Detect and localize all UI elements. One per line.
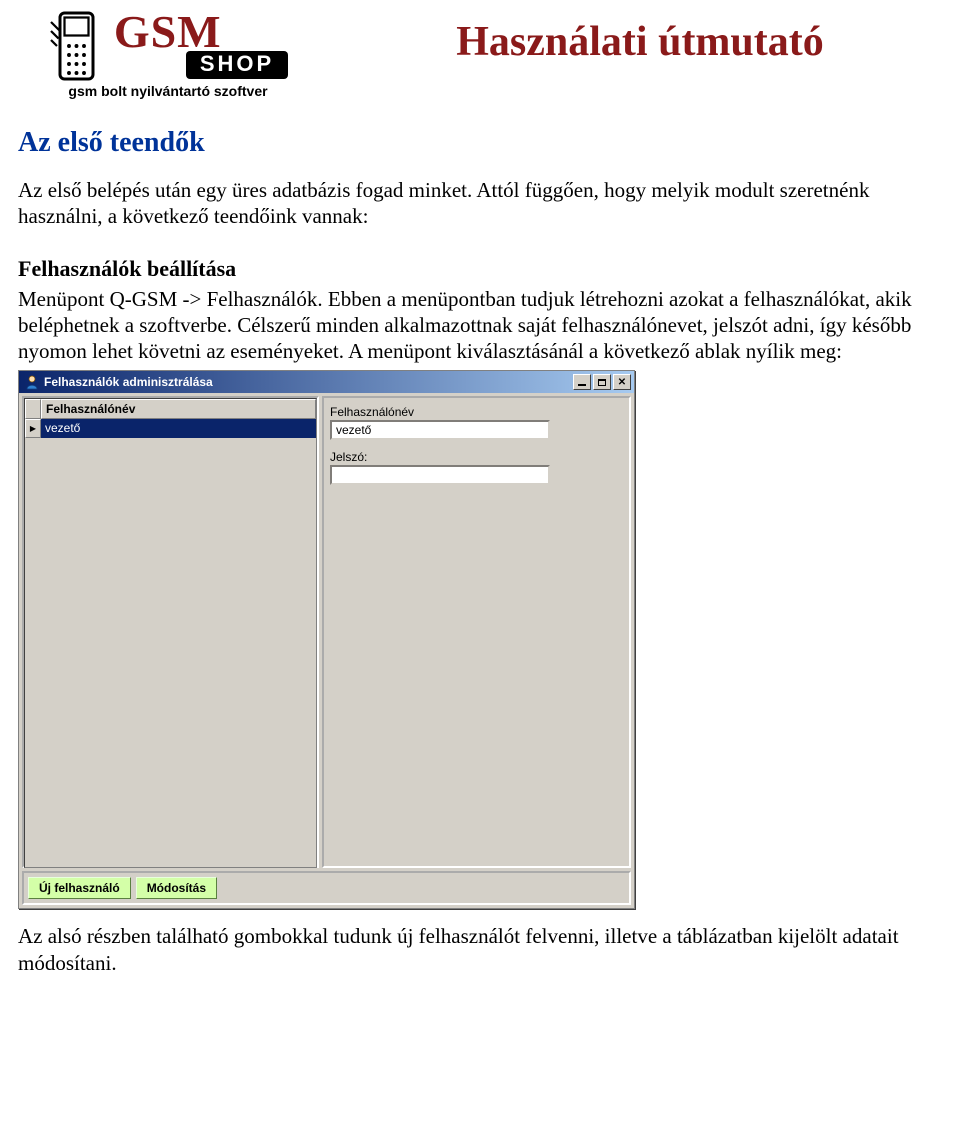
password-input[interactable] [330, 465, 550, 485]
logo-brand-top: GSM [114, 11, 288, 52]
section-title: Az első teendők [18, 127, 942, 159]
page-header: GSM SHOP gsm bolt nyilvántartó szoftver … [18, 10, 942, 99]
window-controls: ✕ [573, 374, 631, 390]
password-label: Jelszó: [330, 450, 623, 464]
maximize-button[interactable] [593, 374, 611, 390]
row-marker-icon [25, 419, 41, 438]
phone-icon [48, 10, 108, 80]
subsection-title: Felhasználók beállítása [18, 256, 942, 282]
dialog-titlebar: Felhasználók adminisztrálása ✕ [19, 371, 634, 393]
user-admin-dialog: Felhasználók adminisztrálása ✕ Felhaszná… [18, 370, 635, 909]
logo: GSM SHOP gsm bolt nyilvántartó szoftver [18, 10, 318, 99]
dialog-title: Felhasználók adminisztrálása [44, 375, 573, 389]
table-row[interactable]: vezető [25, 419, 316, 438]
footer-paragraph: Az alsó részben található gombokkal tudu… [18, 923, 942, 976]
logo-tagline: gsm bolt nyilvántartó szoftver [18, 83, 318, 99]
close-button[interactable]: ✕ [613, 374, 631, 390]
grid-cell-username: vezető [41, 419, 316, 438]
grid-column-header[interactable]: Felhasználónév [41, 399, 316, 419]
grid-marker-header [25, 399, 41, 419]
page-title: Használati útmutató [338, 10, 942, 66]
user-grid-pane: Felhasználónév vezető [22, 396, 319, 868]
username-label: Felhasználónév [330, 405, 623, 419]
new-user-button[interactable]: Új felhasználó [28, 877, 131, 899]
intro-paragraph: Az első belépés után egy üres adatbázis … [18, 177, 942, 230]
minimize-button[interactable] [573, 374, 591, 390]
logo-brand-box: SHOP [186, 51, 288, 79]
username-input[interactable] [330, 420, 550, 440]
body-paragraph: Menüpont Q-GSM -> Felhasználók. Ebben a … [18, 286, 942, 365]
modify-button[interactable]: Módosítás [136, 877, 217, 899]
dialog-footer: Új felhasználó Módosítás [22, 871, 631, 905]
app-icon [24, 374, 40, 390]
user-detail-pane: Felhasználónév Jelszó: [322, 396, 631, 868]
